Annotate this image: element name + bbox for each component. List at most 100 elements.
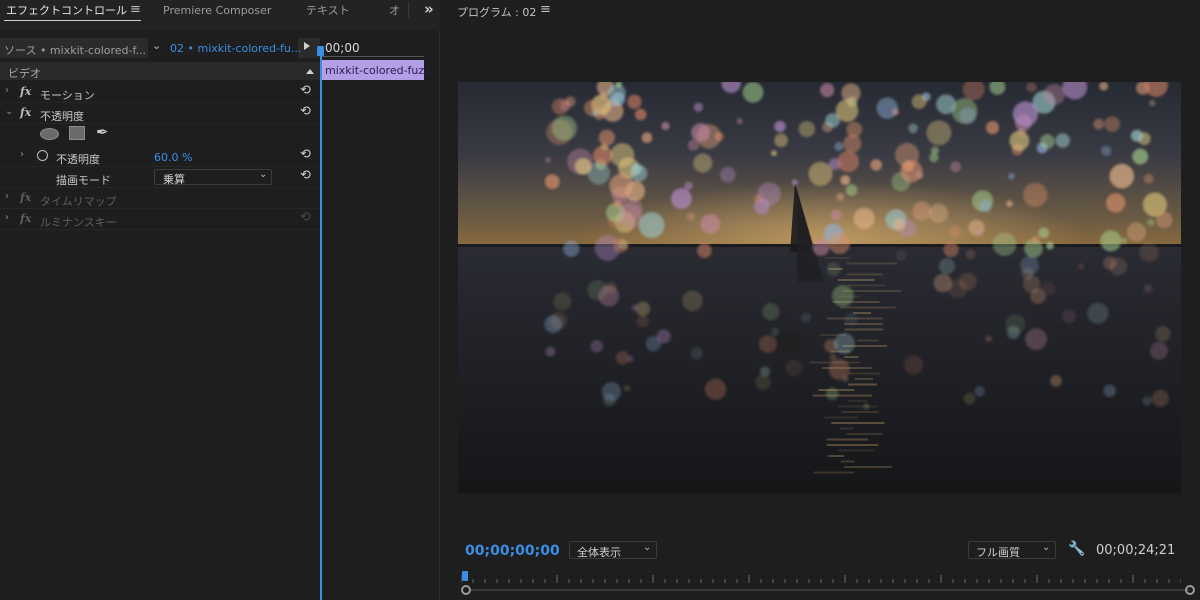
chevron-right-icon[interactable]: › bbox=[5, 85, 9, 96]
bokeh-particle bbox=[641, 132, 653, 143]
bokeh-particle bbox=[812, 238, 830, 256]
tab-effect-controls[interactable]: エフェクトコントロール bbox=[6, 0, 127, 30]
param-row-opacity[interactable]: › 不透明度 60.0 % ⟲ bbox=[0, 146, 320, 167]
blend-mode-select[interactable]: 乗算 ⌄ bbox=[154, 169, 272, 186]
zoom-level-select[interactable]: 全体表示 ⌄ bbox=[569, 541, 657, 559]
effect-row-time-remap[interactable]: › fx タイムリマップ bbox=[0, 188, 320, 209]
bokeh-particle bbox=[785, 359, 803, 377]
hamburger-icon[interactable]: ≡ bbox=[540, 2, 551, 17]
source-clip-label[interactable]: ソース • mixkit-colored-f... bbox=[4, 42, 146, 58]
hamburger-icon[interactable]: ≡ bbox=[130, 2, 141, 17]
sun-reflection-streak bbox=[840, 306, 896, 309]
wrench-icon[interactable]: 🔧 bbox=[1068, 541, 1085, 557]
bokeh-particle bbox=[736, 118, 743, 125]
bokeh-particle bbox=[762, 303, 780, 321]
ellipse-mask-icon[interactable] bbox=[40, 128, 59, 140]
bokeh-particle bbox=[1038, 227, 1050, 239]
chevron-down-icon[interactable]: ⌄ bbox=[5, 106, 13, 117]
effect-row-opacity[interactable]: ⌄ fx 不透明度 ⟲ bbox=[0, 103, 320, 124]
bokeh-particle bbox=[845, 184, 858, 196]
video-section-label: ビデオ bbox=[8, 67, 41, 80]
play-triangle-icon[interactable] bbox=[304, 42, 310, 50]
rectangle-mask-icon[interactable] bbox=[69, 126, 85, 140]
tab-text[interactable]: テキスト bbox=[306, 0, 350, 30]
bokeh-particle bbox=[1093, 118, 1105, 130]
sun-reflection-streak bbox=[853, 312, 871, 314]
reset-icon[interactable]: ⟲ bbox=[300, 83, 311, 98]
bokeh-particle bbox=[627, 94, 642, 109]
program-controls-bar: 00;00;00;00 全体表示 ⌄ フル画質 ⌄ 🔧 00;00;24;21 bbox=[441, 535, 1200, 565]
effect-name-time-remap: タイムリマップ bbox=[40, 195, 117, 208]
param-name-opacity: 不透明度 bbox=[56, 153, 100, 166]
ec-clip-bar[interactable]: mixkit-colored-fuzz bbox=[322, 60, 430, 80]
reset-icon[interactable]: ⟲ bbox=[300, 210, 311, 225]
sun-reflection-streak bbox=[841, 411, 879, 413]
bokeh-particle bbox=[843, 134, 862, 153]
chevron-right-icon[interactable]: › bbox=[5, 212, 9, 223]
bokeh-particle bbox=[950, 161, 961, 173]
sun-reflection-streak bbox=[847, 400, 868, 402]
ec-playhead[interactable] bbox=[320, 48, 322, 600]
fx-crossed-icon[interactable]: fx bbox=[20, 212, 31, 225]
effect-row-luma-key[interactable]: › fx ルミナンスキー ⟲ bbox=[0, 209, 320, 230]
fx-icon[interactable]: fx bbox=[20, 85, 31, 98]
bokeh-particle bbox=[1077, 263, 1085, 270]
bokeh-particle bbox=[1099, 82, 1109, 91]
pen-tool-icon[interactable]: ✒ bbox=[96, 123, 109, 141]
ec-playhead-handle[interactable] bbox=[317, 46, 324, 56]
bokeh-particle bbox=[1104, 116, 1120, 132]
bokeh-particle bbox=[704, 378, 727, 400]
bokeh-particle bbox=[844, 312, 858, 326]
bokeh-particle bbox=[1006, 200, 1013, 207]
bokeh-particle bbox=[837, 150, 859, 173]
program-viewer[interactable] bbox=[458, 82, 1181, 493]
reset-icon[interactable]: ⟲ bbox=[300, 168, 311, 183]
playback-resolution-select[interactable]: フル画質 ⌄ bbox=[968, 541, 1056, 559]
effect-controls-timeline[interactable]: 00;00 mixkit-colored-fuzz bbox=[317, 38, 440, 600]
bokeh-particle bbox=[1142, 396, 1152, 406]
program-monitor-panel: プログラム : 02 ≡ 00;00;00;00 全体表示 ⌄ フル画質 ⌄ 🔧… bbox=[441, 0, 1200, 600]
program-playhead[interactable] bbox=[462, 571, 468, 581]
bokeh-particle bbox=[938, 258, 955, 275]
bokeh-particle bbox=[682, 290, 703, 312]
bokeh-particle bbox=[1087, 302, 1109, 324]
bokeh-particle bbox=[545, 346, 556, 357]
bokeh-particle bbox=[638, 212, 665, 239]
bokeh-particle bbox=[1025, 328, 1047, 351]
bokeh-particle bbox=[742, 82, 764, 103]
reset-icon[interactable]: ⟲ bbox=[300, 147, 311, 162]
zoom-scroll-bar[interactable] bbox=[461, 585, 1195, 595]
scroll-handle-right[interactable] bbox=[1185, 585, 1195, 595]
bokeh-particle bbox=[1026, 82, 1037, 93]
bokeh-particle bbox=[870, 159, 882, 171]
tab-premiere-composer[interactable]: Premiere Composer bbox=[163, 0, 271, 30]
bokeh-particle bbox=[1106, 193, 1126, 213]
sequence-clip-selector[interactable]: ⌄ 02 • mixkit-colored-fu... bbox=[148, 38, 301, 58]
chevron-right-icon[interactable]: › bbox=[5, 191, 9, 202]
scroll-handle-left[interactable] bbox=[461, 585, 471, 595]
bokeh-particle bbox=[965, 249, 976, 260]
effect-row-motion[interactable]: › fx モーション ⟲ bbox=[0, 82, 320, 103]
bokeh-particle bbox=[615, 350, 630, 365]
current-timecode[interactable]: 00;00;00;00 bbox=[465, 543, 560, 559]
sun-reflection-streak bbox=[844, 328, 883, 331]
stopwatch-icon[interactable] bbox=[37, 150, 48, 161]
video-section-header: ビデオ bbox=[0, 62, 320, 80]
program-monitor-title[interactable]: プログラム : 02 bbox=[457, 4, 536, 20]
bokeh-particle bbox=[700, 214, 721, 234]
sun-reflection-streak bbox=[846, 433, 883, 435]
sun-reflection-streak bbox=[823, 416, 859, 419]
sun-reflection-streak bbox=[844, 466, 892, 468]
bokeh-particle bbox=[825, 387, 839, 401]
sun-reflection-streak bbox=[837, 279, 875, 281]
chevron-down-icon[interactable]: ⌄ bbox=[152, 39, 161, 52]
bokeh-particle bbox=[697, 243, 712, 258]
fx-icon[interactable]: fx bbox=[20, 106, 31, 119]
chevron-right-icon[interactable]: › bbox=[20, 149, 24, 160]
collapse-up-icon[interactable] bbox=[306, 69, 314, 74]
bokeh-particle bbox=[832, 284, 854, 307]
double-chevron-right-icon[interactable]: » bbox=[424, 0, 434, 18]
reset-icon[interactable]: ⟲ bbox=[300, 104, 311, 119]
tab-overflow-partial[interactable]: オ bbox=[389, 0, 400, 30]
opacity-value[interactable]: 60.0 % bbox=[154, 151, 192, 164]
